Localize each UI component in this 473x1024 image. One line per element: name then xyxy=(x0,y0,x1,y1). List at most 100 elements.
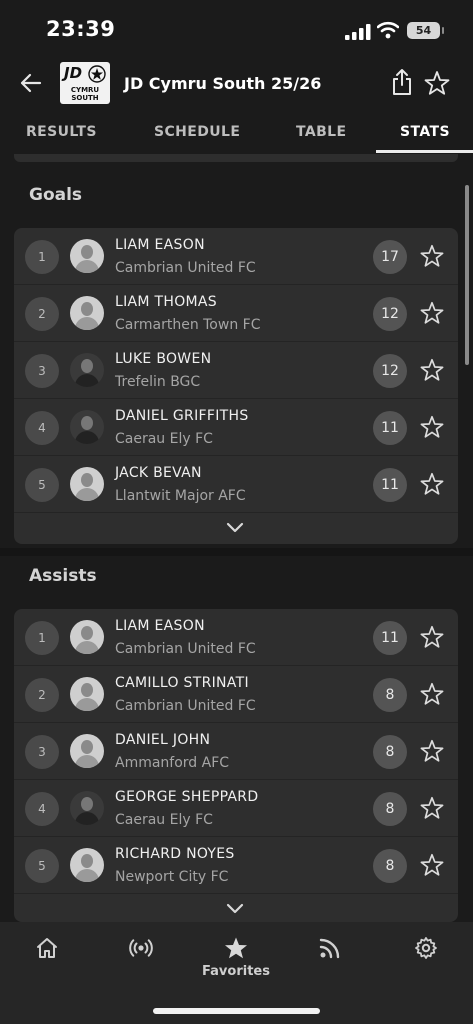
avatar-head xyxy=(81,854,93,868)
list-item[interactable]: 5 JACK BEVAN Llantwit Major AFC 11 xyxy=(14,456,458,513)
tab-table[interactable]: TABLE xyxy=(296,124,346,140)
home-icon[interactable] xyxy=(35,936,59,960)
favorite-star-icon[interactable] xyxy=(420,472,444,496)
tab-bar: RESULTS SCHEDULE TABLE STATS xyxy=(0,118,473,154)
list-item[interactable]: 5 RICHARD NOYES Newport City FC 8 xyxy=(14,837,458,894)
favorite-star-icon[interactable] xyxy=(420,625,444,649)
battery-icon: 54 xyxy=(407,22,444,39)
player-name[interactable]: CAMILLO STRINATI xyxy=(115,675,249,691)
back-arrow-icon[interactable] xyxy=(18,70,44,96)
player-club: Newport City FC xyxy=(115,869,229,885)
signal-icon xyxy=(345,24,371,40)
goals-card: 1 LIAM EASON Cambrian United FC 17 2 LIAM THO… xyxy=(14,228,458,544)
favorite-star-icon[interactable] xyxy=(420,739,444,763)
list-item[interactable]: 4 GEORGE SHEPPARD Caerau Ely FC 8 xyxy=(14,780,458,837)
avatar-head xyxy=(81,683,93,697)
stat-value: 8 xyxy=(373,792,407,826)
player-club: Ammanford AFC xyxy=(115,755,230,771)
player-name[interactable]: LIAM EASON xyxy=(115,618,205,634)
home-indicator xyxy=(153,1008,320,1014)
favorite-star-icon[interactable] xyxy=(420,796,444,820)
league-logo: JD CYMRU SOUTH xyxy=(60,62,110,104)
share-icon[interactable] xyxy=(390,68,414,96)
wifi-icon xyxy=(377,21,399,39)
avatar xyxy=(70,791,104,825)
avatar-body xyxy=(75,317,99,330)
tab-results[interactable]: RESULTS xyxy=(26,124,97,140)
feed-icon[interactable] xyxy=(318,936,342,960)
settings-icon[interactable] xyxy=(414,936,438,960)
player-club: Caerau Ely FC xyxy=(115,812,213,828)
rank-badge: 5 xyxy=(25,468,59,502)
player-name[interactable]: DANIEL GRIFFITHS xyxy=(115,408,249,424)
avatar-head xyxy=(81,740,93,754)
stat-value: 17 xyxy=(373,240,407,274)
stat-value: 11 xyxy=(373,411,407,445)
list-item[interactable]: 1 LIAM EASON Cambrian United FC 11 xyxy=(14,609,458,666)
rank-badge: 3 xyxy=(25,354,59,388)
chevron-down-icon xyxy=(226,903,244,914)
player-club: Trefelin BGC xyxy=(115,374,201,390)
rank-badge: 3 xyxy=(25,735,59,769)
favorite-star-icon[interactable] xyxy=(420,301,444,325)
avatar xyxy=(70,677,104,711)
player-name[interactable]: GEORGE SHEPPARD xyxy=(115,789,258,805)
player-club: Caerau Ely FC xyxy=(115,431,213,447)
stat-value: 8 xyxy=(373,849,407,883)
avatar xyxy=(70,467,104,501)
avatar-body xyxy=(75,698,99,711)
list-item[interactable]: 2 LIAM THOMAS Carmarthen Town FC 12 xyxy=(14,285,458,342)
favorite-star-icon[interactable] xyxy=(420,853,444,877)
avatar xyxy=(70,620,104,654)
expand-button[interactable] xyxy=(14,513,458,543)
favorite-star-icon[interactable] xyxy=(420,244,444,268)
list-item[interactable]: 4 DANIEL GRIFFITHS Caerau Ely FC 11 xyxy=(14,399,458,456)
player-name[interactable]: LIAM EASON xyxy=(115,237,205,253)
tab-schedule[interactable]: SCHEDULE xyxy=(154,124,240,140)
favorite-star-icon[interactable] xyxy=(424,70,450,96)
rank-badge: 2 xyxy=(25,297,59,331)
favorite-star-icon[interactable] xyxy=(420,358,444,382)
rank-badge: 1 xyxy=(25,240,59,274)
list-item[interactable]: 2 CAMILLO STRINATI Cambrian United FC 8 xyxy=(14,666,458,723)
app-header: JD CYMRU SOUTH JD Cymru South 25/26 xyxy=(0,62,473,108)
favorite-star-icon[interactable] xyxy=(420,415,444,439)
player-name[interactable]: DANIEL JOHN xyxy=(115,732,210,748)
avatar-body xyxy=(75,431,99,444)
list-item[interactable]: 3 DANIEL JOHN Ammanford AFC 8 xyxy=(14,723,458,780)
expand-button[interactable] xyxy=(14,894,458,922)
avatar-body xyxy=(75,488,99,501)
avatar-body xyxy=(75,755,99,768)
avatar xyxy=(70,734,104,768)
player-name[interactable]: RICHARD NOYES xyxy=(115,846,235,862)
scrollbar[interactable] xyxy=(465,185,469,365)
live-icon[interactable] xyxy=(129,936,153,960)
favorites-tab-label[interactable]: Favorites xyxy=(176,964,296,979)
player-club: Cambrian United FC xyxy=(115,698,256,714)
favorite-star-icon[interactable] xyxy=(420,682,444,706)
rank-badge: 1 xyxy=(25,621,59,655)
rank-badge: 2 xyxy=(25,678,59,712)
list-item[interactable]: 1 LIAM EASON Cambrian United FC 17 xyxy=(14,228,458,285)
player-club: Cambrian United FC xyxy=(115,260,256,276)
player-name[interactable]: JACK BEVAN xyxy=(115,465,202,481)
page-title: JD Cymru South 25/26 xyxy=(124,74,322,93)
stat-value: 8 xyxy=(373,735,407,769)
avatar-head xyxy=(81,797,93,811)
rank-badge: 4 xyxy=(25,411,59,445)
rank-badge: 4 xyxy=(25,792,59,826)
player-name[interactable]: LUKE BOWEN xyxy=(115,351,211,367)
logo-caption: CYMRU SOUTH xyxy=(70,86,100,102)
assists-section-title: Assists xyxy=(29,566,97,586)
avatar xyxy=(70,296,104,330)
player-club: Carmarthen Town FC xyxy=(115,317,261,333)
rank-badge: 5 xyxy=(25,849,59,883)
avatar-body xyxy=(75,641,99,654)
player-name[interactable]: LIAM THOMAS xyxy=(115,294,217,310)
tab-stats[interactable]: STATS xyxy=(400,124,450,140)
star-icon[interactable] xyxy=(224,936,248,960)
player-club: Cambrian United FC xyxy=(115,641,256,657)
list-item[interactable]: 3 LUKE BOWEN Trefelin BGC 12 xyxy=(14,342,458,399)
logo-jd-text: JD xyxy=(64,64,83,82)
avatar-body xyxy=(75,374,99,387)
